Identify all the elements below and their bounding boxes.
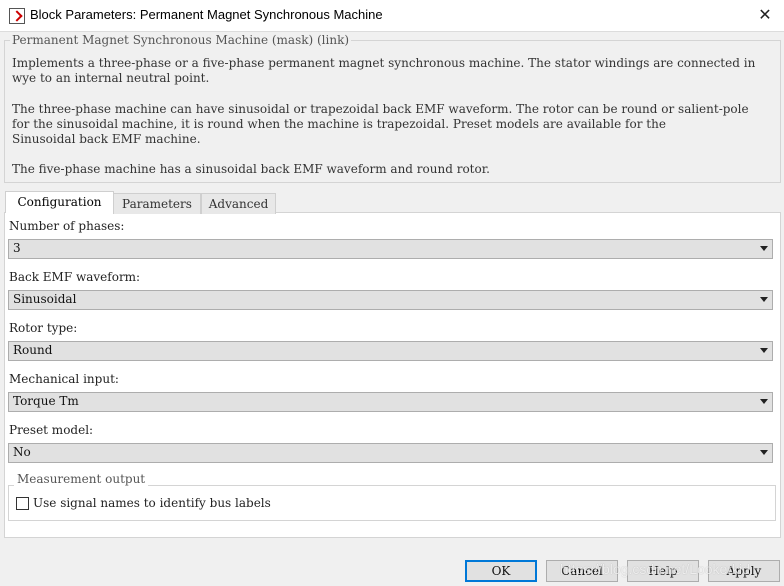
description-paragraph-2: The three-phase machine can have sinusoi… <box>12 102 749 146</box>
rotor-type-value: Round <box>13 343 53 357</box>
back-emf-waveform-label: Back EMF waveform: <box>9 270 141 284</box>
number-of-phases-value: 3 <box>13 241 21 255</box>
number-of-phases-select[interactable]: 3 <box>8 239 773 259</box>
close-button[interactable]: ✕ <box>752 2 778 28</box>
preset-model-value: No <box>13 445 31 459</box>
chevron-down-icon <box>760 297 768 302</box>
chevron-down-icon <box>760 246 768 251</box>
number-of-phases-label: Number of phases: <box>9 219 125 233</box>
tab-configuration[interactable]: Configuration <box>5 191 114 213</box>
mechanical-input-value: Torque Tm <box>13 394 79 408</box>
description-paragraph-3: The five-phase machine has a sinusoidal … <box>12 162 490 176</box>
title-bar: Block Parameters: Permanent Magnet Synch… <box>0 0 784 32</box>
rotor-type-select[interactable]: Round <box>8 341 773 361</box>
description-paragraph-1: Implements a three-phase or a five-phase… <box>12 56 756 85</box>
tab-advanced[interactable]: Advanced <box>201 193 276 214</box>
mechanical-input-select[interactable]: Torque Tm <box>8 392 773 412</box>
chevron-down-icon <box>760 348 768 353</box>
watermark-text: https://blog.csdn.net/Lookerkid <box>560 561 750 577</box>
mechanical-input-label: Mechanical input: <box>9 372 119 386</box>
simulink-icon <box>9 8 25 24</box>
back-emf-waveform-select[interactable]: Sinusoidal <box>8 290 773 310</box>
use-signal-names-checkbox[interactable] <box>16 497 29 510</box>
measurement-output-legend: Measurement output <box>14 472 149 486</box>
preset-model-select[interactable]: No <box>8 443 773 463</box>
rotor-type-label: Rotor type: <box>9 321 78 335</box>
preset-model-label: Preset model: <box>9 423 94 437</box>
chevron-down-icon <box>760 450 768 455</box>
window-title: Block Parameters: Permanent Magnet Synch… <box>30 7 383 22</box>
chevron-down-icon <box>760 399 768 404</box>
use-signal-names-label[interactable]: Use signal names to identify bus labels <box>33 496 271 510</box>
back-emf-waveform-value: Sinusoidal <box>13 292 77 306</box>
mask-description-legend: Permanent Magnet Synchronous Machine (ma… <box>10 33 352 47</box>
tab-parameters[interactable]: Parameters <box>113 193 201 214</box>
ok-button[interactable]: OK <box>465 560 537 582</box>
